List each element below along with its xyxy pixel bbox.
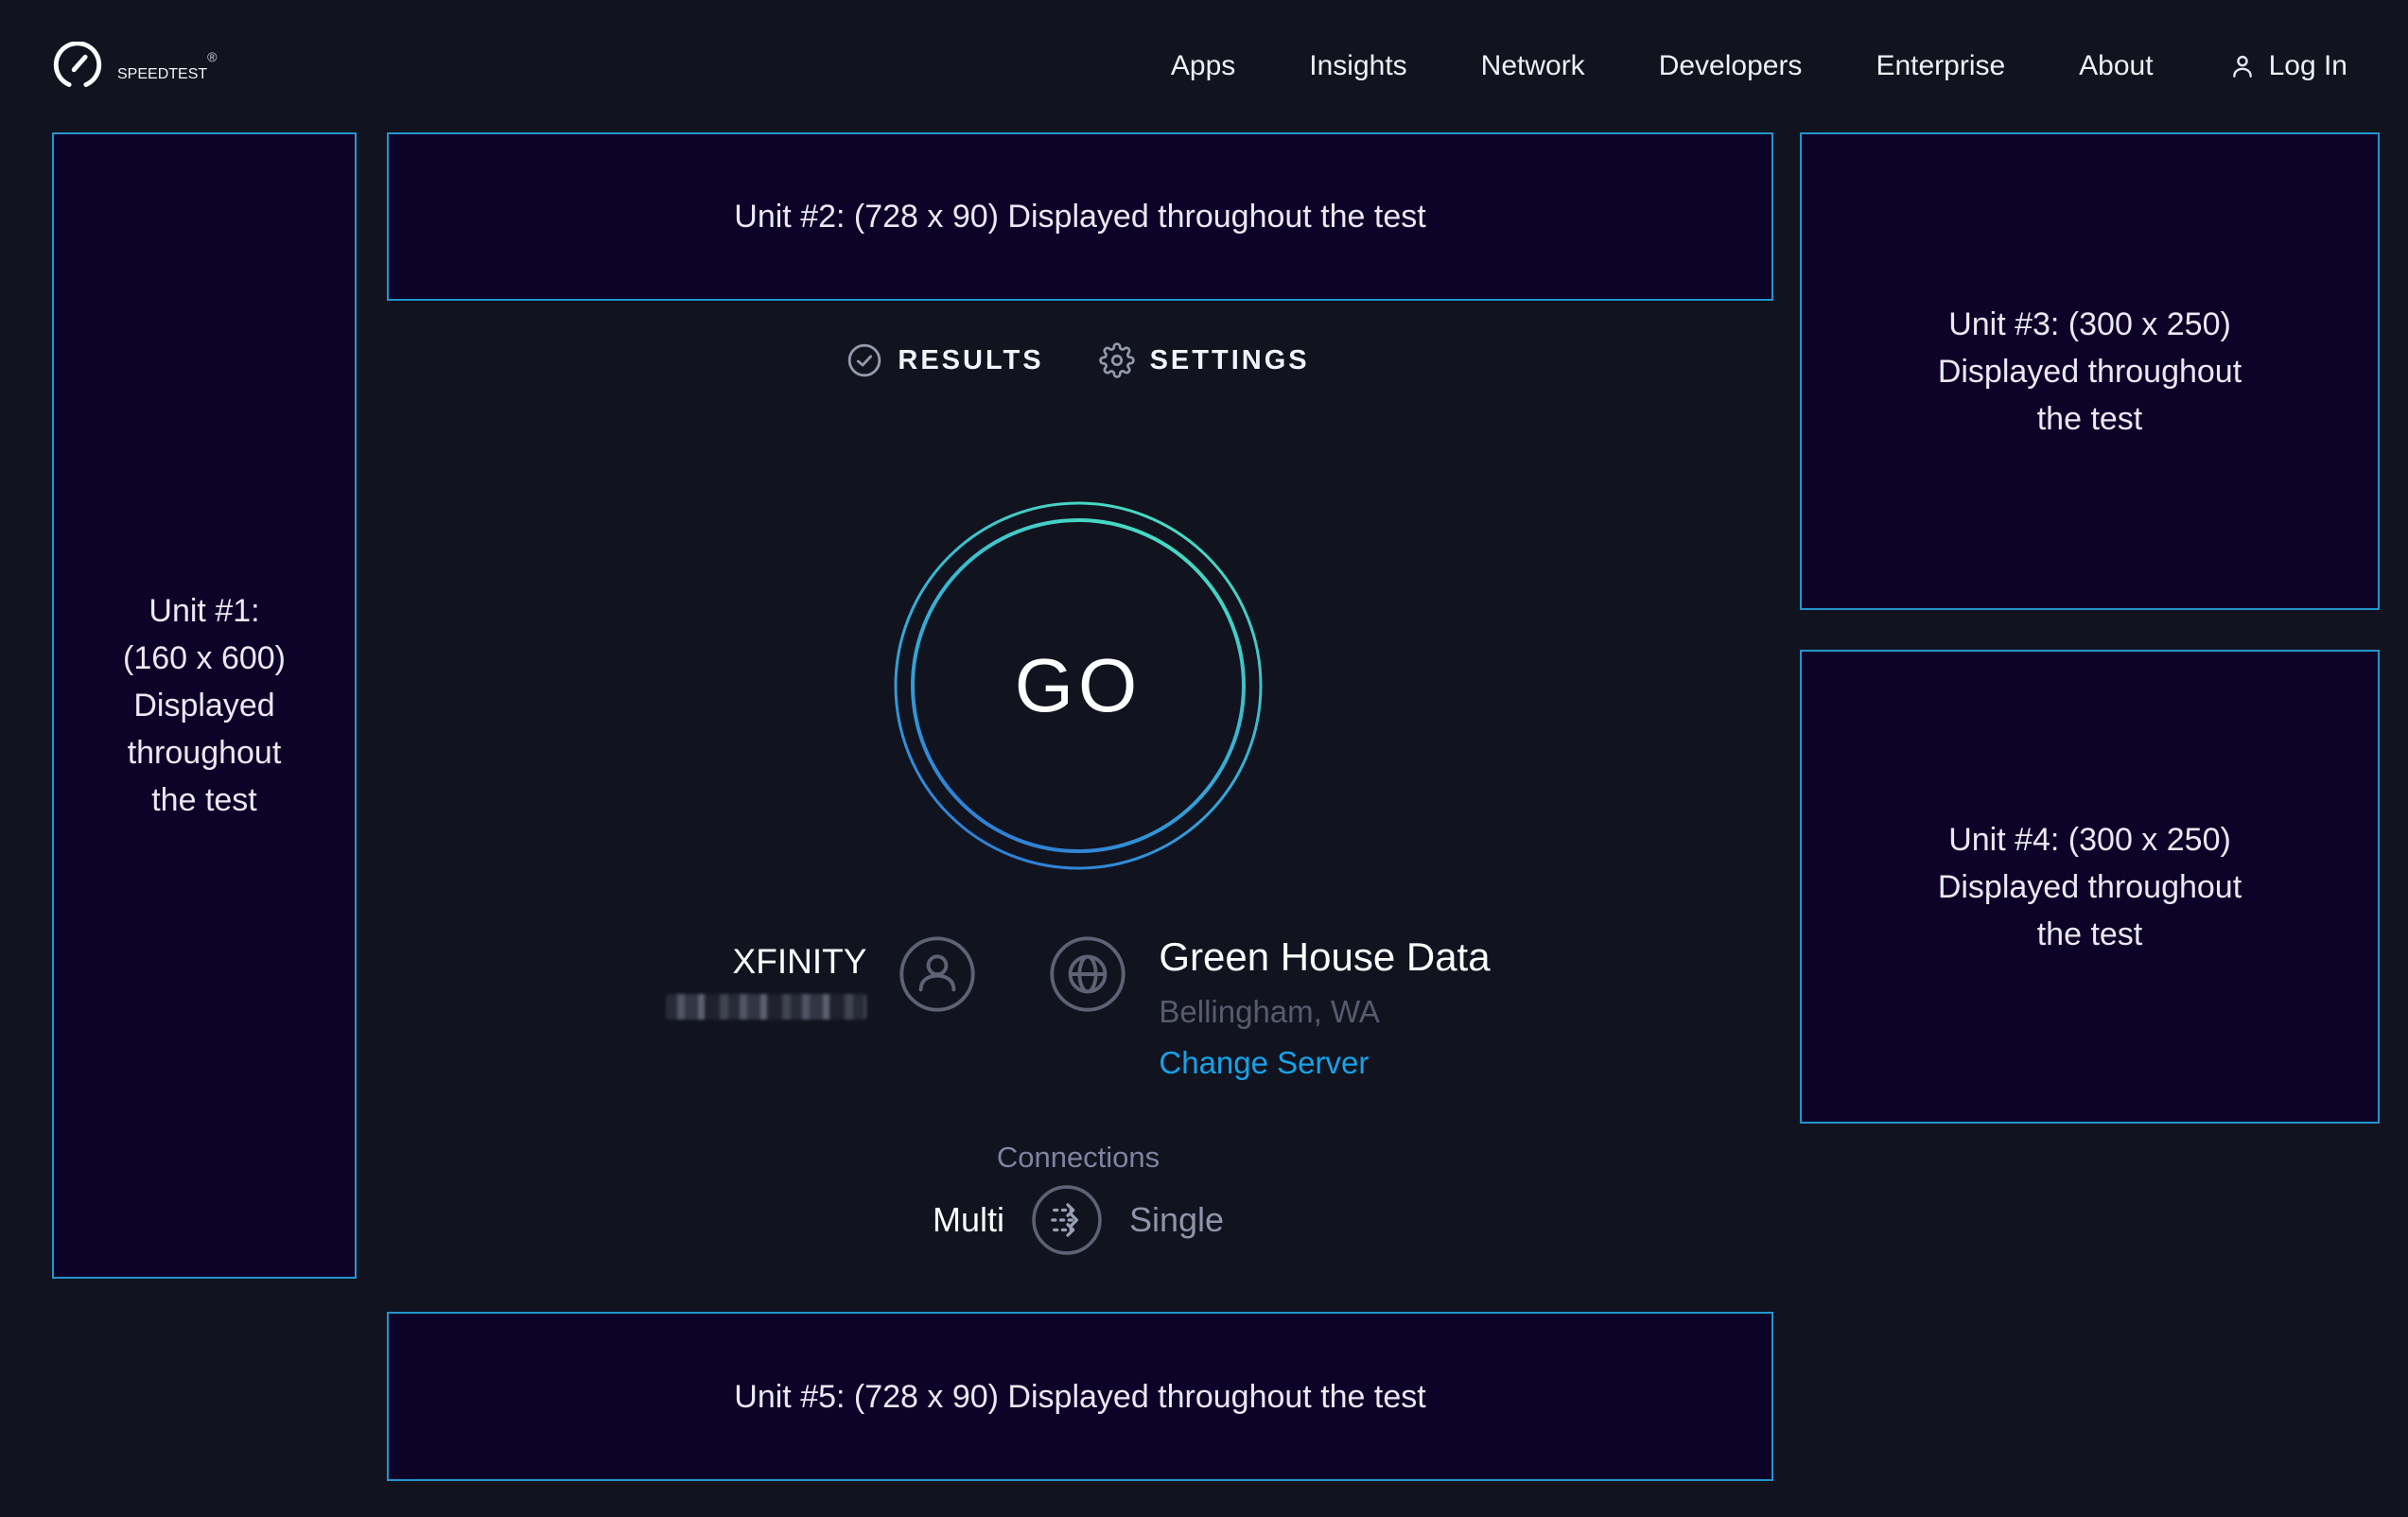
isp-name: XFINITY xyxy=(666,941,866,983)
ad-text: Unit #5: (728 x 90) Displayed throughout… xyxy=(734,1373,1425,1421)
nav-item-about[interactable]: About xyxy=(2079,50,2153,82)
ad-unit-2[interactable]: Unit #2: (728 x 90) Displayed throughout… xyxy=(387,132,1773,301)
ad-text: the test xyxy=(151,776,257,824)
go-button[interactable]: GO xyxy=(893,500,1264,871)
ad-text: (160 x 600) xyxy=(123,635,286,682)
login-button[interactable]: Log In xyxy=(2227,50,2347,82)
nav-item-insights[interactable]: Insights xyxy=(1309,50,1406,82)
connections-label: Connections xyxy=(357,1141,1800,1175)
tab-results[interactable]: RESULTS xyxy=(846,342,1043,378)
ad-text: Unit #2: (728 x 90) Displayed throughout… xyxy=(734,193,1425,240)
person-icon xyxy=(899,935,976,1013)
multi-connection-icon[interactable] xyxy=(1031,1184,1103,1256)
tab-results-label: RESULTS xyxy=(898,345,1043,376)
go-button-label: GO xyxy=(893,500,1264,871)
nav-item-apps[interactable]: Apps xyxy=(1171,50,1235,82)
tab-settings[interactable]: SETTINGS xyxy=(1099,342,1310,378)
ad-text: Displayed throughout xyxy=(1938,863,2242,911)
nav-item-enterprise[interactable]: Enterprise xyxy=(1876,50,2005,82)
connections-toggle-row: Multi Single xyxy=(357,1184,1800,1256)
ad-unit-1[interactable]: Unit #1: (160 x 600) Displayed throughou… xyxy=(52,132,357,1279)
connection-info-row: XFINITY Green House Data Bellingham, WA … xyxy=(357,935,1800,1081)
top-nav-bar: SPEEDTEST® Apps Insights Network Develop… xyxy=(0,0,2408,132)
server-name: Green House Data xyxy=(1159,935,1490,979)
isp-block: XFINITY xyxy=(666,941,866,1024)
trademark-mark: ® xyxy=(207,49,217,64)
speedtest-logo[interactable]: SPEEDTEST® xyxy=(53,42,217,91)
server-location: Bellingham, WA xyxy=(1159,994,1490,1030)
ad-unit-5[interactable]: Unit #5: (728 x 90) Displayed throughout… xyxy=(387,1312,1773,1481)
connections-option-single[interactable]: Single xyxy=(1129,1200,1224,1240)
ad-text: Unit #3: (300 x 250) xyxy=(1948,301,2231,348)
logo-text: SPEEDTEST® xyxy=(117,49,217,83)
globe-icon xyxy=(1049,935,1126,1013)
tab-settings-label: SETTINGS xyxy=(1150,345,1310,376)
server-block: Green House Data Bellingham, WA Change S… xyxy=(1159,935,1490,1081)
main-nav: Apps Insights Network Developers Enterpr… xyxy=(1171,50,2347,82)
ad-text: the test xyxy=(2037,911,2143,958)
ad-text: Unit #1: xyxy=(148,587,259,635)
ad-text: Unit #4: (300 x 250) xyxy=(1948,816,2231,863)
person-icon xyxy=(2227,51,2258,81)
nav-item-network[interactable]: Network xyxy=(1481,50,1585,82)
ad-text: throughout xyxy=(128,729,282,776)
speedometer-icon xyxy=(53,42,102,91)
connections-option-multi[interactable]: Multi xyxy=(933,1200,1004,1240)
nav-item-developers[interactable]: Developers xyxy=(1659,50,1803,82)
ad-text: Displayed throughout xyxy=(1938,348,2242,395)
ad-text: the test xyxy=(2037,395,2143,443)
gear-icon xyxy=(1099,342,1135,378)
check-circle-icon xyxy=(846,342,882,378)
ad-unit-4[interactable]: Unit #4: (300 x 250) Displayed throughou… xyxy=(1800,650,2380,1124)
login-label: Log In xyxy=(2269,50,2347,82)
ad-text: Displayed xyxy=(133,682,274,729)
tabs-row: RESULTS SETTINGS xyxy=(357,342,1800,378)
redacted-ip-address xyxy=(666,994,866,1020)
ad-unit-3[interactable]: Unit #3: (300 x 250) Displayed throughou… xyxy=(1800,132,2380,610)
change-server-link[interactable]: Change Server xyxy=(1159,1045,1369,1081)
